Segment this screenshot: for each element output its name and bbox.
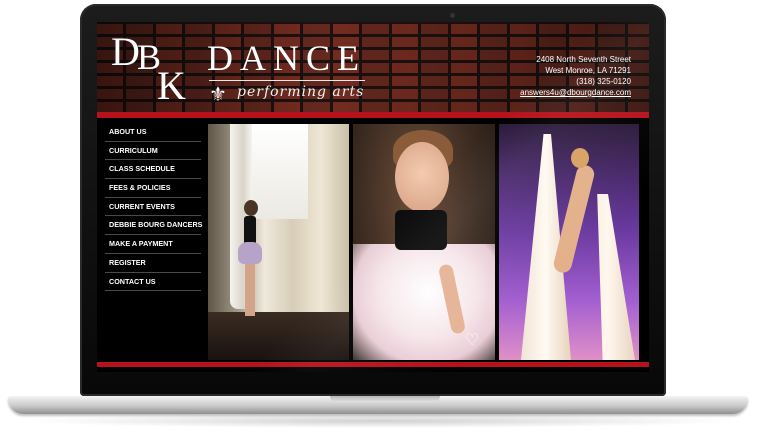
logo-letter-k: K (157, 63, 186, 108)
photo-silk-right (597, 194, 635, 360)
nav-item-about-us[interactable]: ABOUT US (105, 123, 201, 142)
phone-number: (318) 325-0120 (576, 77, 631, 86)
laptop-shadow (20, 414, 740, 428)
heart-signature-icon: ♡ (465, 332, 480, 349)
logo-monogram[interactable]: D B K (111, 28, 201, 108)
website-screen: D B K DANCE ⚜ performing arts 2408 North… (97, 22, 649, 372)
contact-block: 2408 North Seventh Street West Monroe, L… (520, 54, 631, 98)
footer-divider-bar (97, 362, 649, 367)
nav-item-make-a-payment[interactable]: MAKE A PAYMENT (105, 235, 201, 254)
header-divider-bar (97, 112, 649, 118)
logo-tagline: performing arts (237, 84, 365, 100)
fleur-de-lis-icon: ⚜ (209, 82, 227, 106)
camera-icon (450, 13, 455, 18)
photo-floor (208, 312, 349, 360)
address-city: West Monroe, LA 71291 (545, 66, 631, 75)
nav-item-curriculum[interactable]: CURRICULUM (105, 142, 201, 161)
photo-leotard (395, 210, 447, 250)
nav-item-current-events[interactable]: CURRENT EVENTS (105, 198, 201, 217)
nav-item-contact-us[interactable]: CONTACT US (105, 273, 201, 292)
photo-girl-at-window (208, 124, 349, 360)
laptop-base (8, 396, 748, 414)
logo-divider (209, 80, 365, 81)
photo-girl-head (244, 200, 258, 216)
photo-girl-legs (245, 264, 255, 316)
nav-item-register[interactable]: REGISTER (105, 254, 201, 273)
nav-item-class-schedule[interactable]: CLASS SCHEDULE (105, 160, 201, 180)
photo-face (395, 142, 449, 212)
logo-wordmark[interactable]: DANCE (207, 40, 366, 76)
nav-item-fees-policies[interactable]: FEES & POLICIES (105, 179, 201, 198)
photo-dancer-body (551, 163, 597, 275)
logo-letter-d: D (111, 29, 140, 74)
photo-dancer-head (571, 148, 589, 168)
site-header: D B K DANCE ⚜ performing arts 2408 North… (97, 22, 649, 112)
email-link[interactable]: answers4u@dbourgdance.com (520, 87, 631, 98)
main-nav: ABOUT US CURRICULUM CLASS SCHEDULE FEES … (105, 123, 202, 292)
photo-smiling-ballerina: ♡ (353, 124, 495, 360)
laptop-notch (330, 396, 440, 402)
photo-girl-skirt (238, 242, 262, 264)
nav-item-debbie-bourg-dancers[interactable]: DEBBIE BOURG DANCERS (105, 216, 202, 236)
photo-aerial-silks-dancer (499, 124, 639, 360)
address-street: 2408 North Seventh Street (536, 55, 631, 64)
